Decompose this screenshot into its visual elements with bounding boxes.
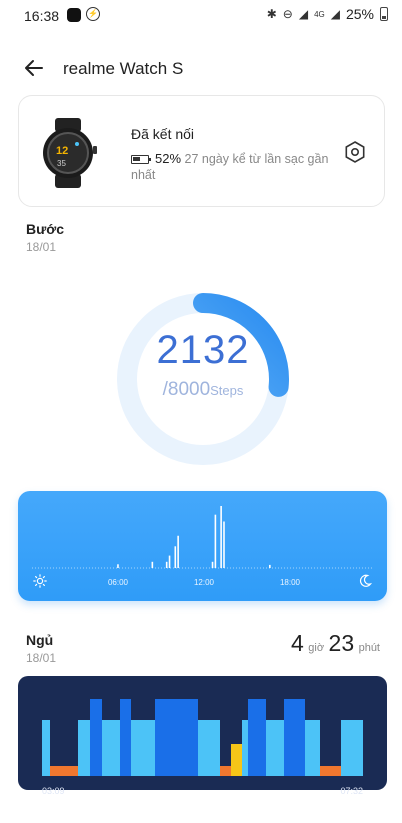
sleep-segment-light (198, 720, 220, 776)
steps-bar (214, 514, 217, 568)
svg-text:35: 35 (57, 159, 66, 168)
steps-hourly-chart[interactable]: 06:00 12:00 18:00 (18, 491, 387, 601)
sleep-end-time: 07:32 (340, 786, 363, 796)
bluetooth-icon: ✱ (266, 7, 277, 21)
sleep-segment-deep (90, 699, 102, 776)
steps-bar (220, 506, 222, 568)
steps-bar (211, 561, 214, 568)
watch-image: 12 35 (43, 118, 97, 188)
sleep-segment-light (266, 720, 284, 776)
sleep-segment-light (131, 720, 155, 776)
sun-icon (33, 574, 47, 588)
battery-percent: 25% (345, 6, 374, 22)
steps-bar (117, 564, 119, 568)
status-right: ✱ ⊖ ◢ 4G ◢ 25% (267, 6, 388, 22)
steps-bar (151, 561, 154, 568)
battery-icon (380, 7, 388, 21)
sleep-date: 18/01 (26, 651, 57, 665)
steps-bar (174, 546, 177, 568)
steps-goal: /8000 (162, 379, 211, 400)
sleep-hours: 4 (291, 630, 304, 656)
battery-icon (131, 155, 151, 164)
sleep-segment-light (242, 720, 248, 776)
sleep-segment-awake (50, 766, 78, 776)
sleep-title: Ngủ (26, 632, 54, 648)
sleep-minutes-unit: phút (358, 642, 380, 654)
dnd-icon: ⊖ (282, 7, 293, 21)
sleep-segment-light (102, 720, 120, 776)
tick-label-18: 18:00 (279, 578, 301, 587)
sleep-segment-awake (220, 766, 231, 776)
network-type: 4G (314, 9, 325, 19)
sleep-stages-chart[interactable]: 03:09 07:32 (18, 676, 387, 796)
sleep-segment-deep (248, 699, 266, 776)
battery-info: 52% 27 ngày kể từ lần sạc gần nhất (131, 151, 351, 183)
steps-unit: Steps (210, 383, 244, 398)
sleep-segment-deep (120, 699, 131, 776)
steps-bar (165, 561, 168, 568)
svg-text:12: 12 (56, 145, 68, 157)
steps-date: 18/01 (26, 240, 57, 254)
connection-status: Đã kết nối (131, 126, 195, 142)
sleep-segment-light (42, 720, 50, 776)
status-time: 16:38 (24, 8, 60, 24)
sleep-segment-rem (231, 744, 242, 776)
hexagon-settings-icon[interactable] (343, 140, 367, 164)
sleep-minutes: 23 (328, 630, 355, 656)
back-arrow-icon[interactable] (22, 56, 46, 80)
sleep-total: 4 giờ 23 phút (291, 630, 380, 657)
tick-label-12: 12:00 (193, 578, 215, 587)
steps-title: Bước (26, 221, 64, 237)
sleep-segment-deep (155, 699, 198, 776)
device-card[interactable]: 12 35 Đã kết nối 52% 27 ngày kể từ lần s… (18, 95, 385, 207)
messenger-icon: ⚡ (86, 7, 100, 21)
signal-icon-2: ◢ (330, 7, 340, 21)
battery-percent: 52% (155, 151, 182, 166)
sleep-segment-deep (284, 699, 305, 776)
steps-bar (177, 535, 179, 568)
sleep-segment-light (341, 720, 363, 776)
sleep-chart-svg (42, 699, 363, 776)
moon-icon (360, 574, 372, 587)
sleep-start-time: 03:09 (42, 786, 65, 796)
sleep-segment-light (78, 720, 90, 776)
sleep-segment-awake (320, 766, 341, 776)
app-icon (67, 8, 81, 22)
signal-icon: ◢ (298, 7, 309, 21)
steps-bar (223, 521, 225, 568)
steps-bar (168, 555, 171, 568)
sleep-segment-light (305, 720, 320, 776)
sleep-hours-unit: giờ (308, 642, 325, 654)
steps-bar (269, 564, 271, 568)
page-title: realme Watch S (63, 59, 184, 78)
steps-count: 2132 (156, 328, 250, 372)
steps-goal-row: /8000Steps (116, 379, 290, 401)
tick-label-06: 06:00 (107, 578, 129, 587)
